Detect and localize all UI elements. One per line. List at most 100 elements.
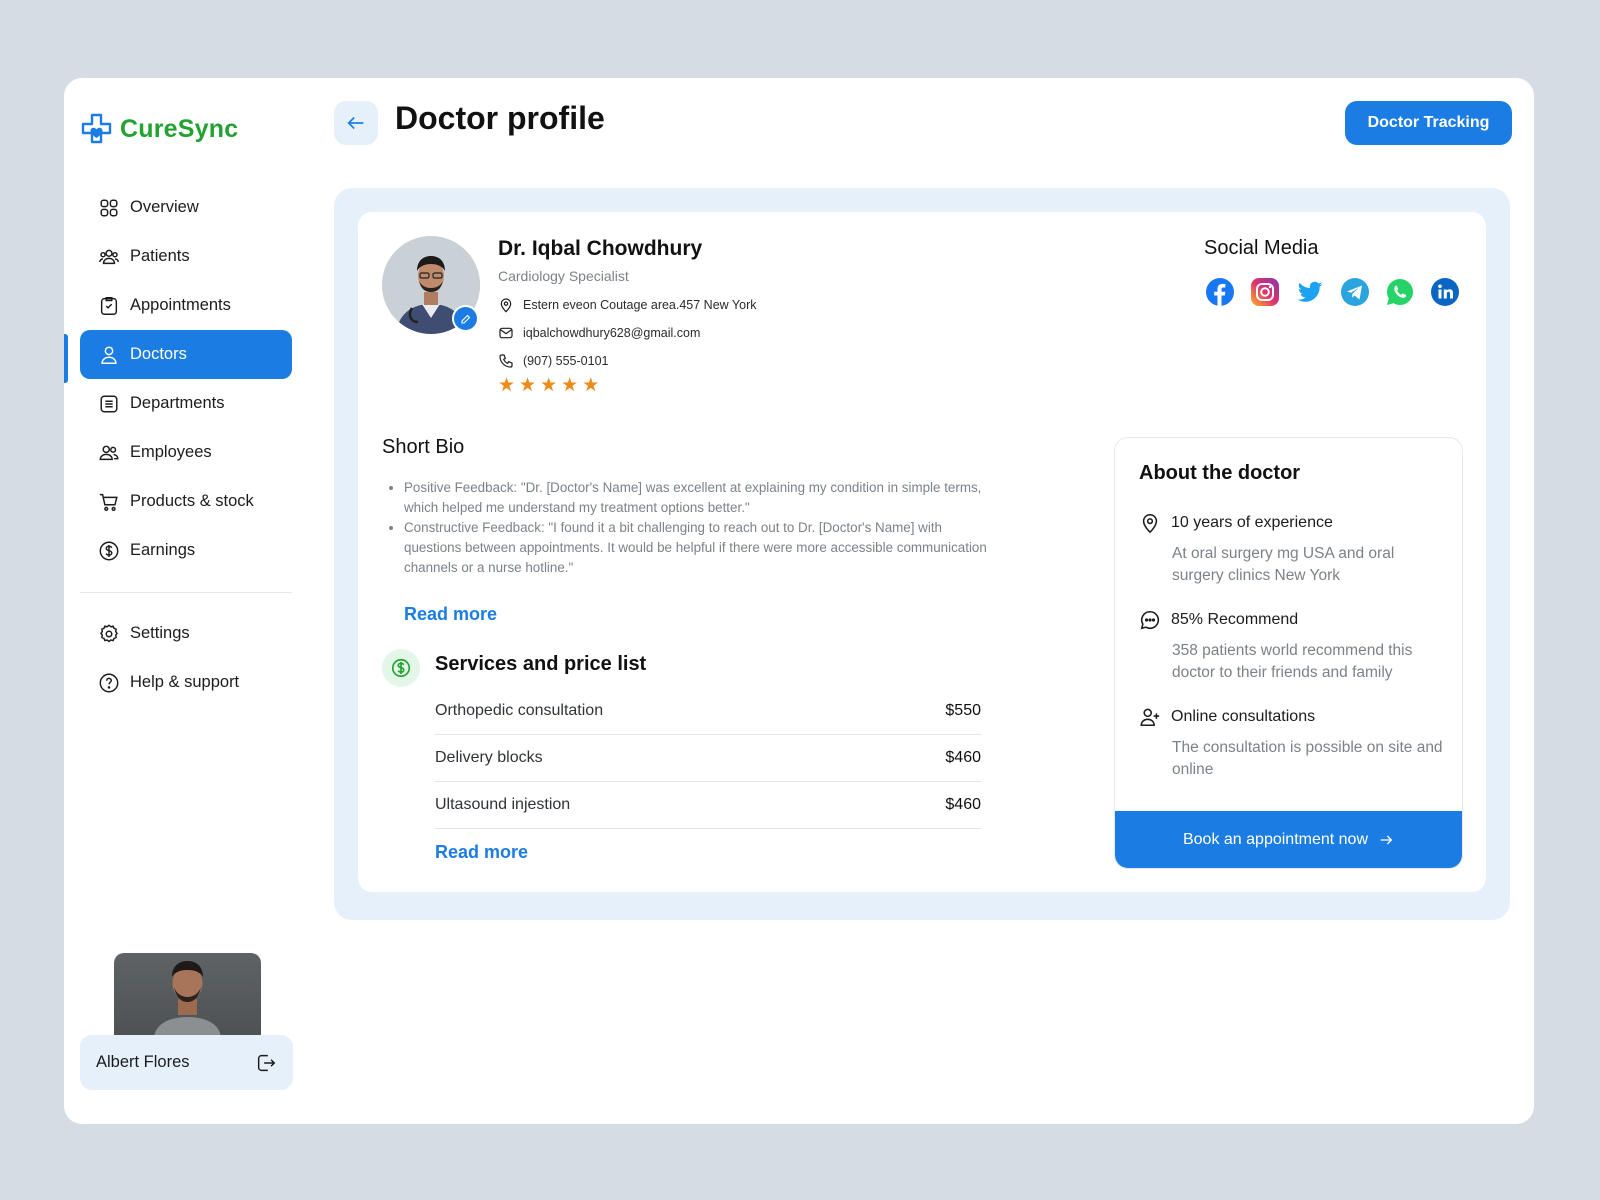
service-row: Delivery blocks $460 [435, 735, 981, 782]
book-appointment-label: Book an appointment now [1182, 830, 1368, 848]
about-title: About the doctor [1139, 462, 1301, 484]
bio-item: Positive Feedback: "Dr. [Doctor's Name] … [404, 478, 990, 518]
sidebar-item-doctors[interactable]: Doctors [80, 330, 292, 379]
service-price: $550 [945, 702, 981, 719]
users-icon [99, 445, 119, 460]
users-icon [99, 249, 119, 264]
book-appointment-button[interactable]: Book an appointment now [1115, 811, 1462, 868]
sidebar-item-employees[interactable]: Employees [80, 428, 292, 477]
star-icon: ★ [561, 375, 579, 396]
arrow-left-icon [347, 116, 364, 130]
service-price: $460 [945, 749, 981, 766]
app-window: CureSync Overview Patients Appointments … [64, 78, 1534, 1124]
short-bio-title: Short Bio [382, 436, 465, 458]
logo[interactable]: CureSync [80, 112, 238, 146]
whatsapp-icon[interactable] [1384, 276, 1415, 307]
logo-icon [81, 113, 112, 144]
chat-icon [1140, 610, 1160, 630]
sidebar-item-earnings[interactable]: Earnings [80, 526, 292, 575]
sidebar-item-departments[interactable]: Departments [80, 379, 292, 428]
services-read-more-link[interactable]: Read more [435, 842, 528, 863]
doctor-specialty: Cardiology Specialist [498, 268, 629, 284]
service-name: Ultasound injestion [435, 796, 571, 813]
user-name: Albert Flores [96, 1053, 190, 1071]
star-icon: ★ [519, 375, 537, 396]
location-icon [500, 298, 512, 313]
cart-icon [99, 493, 118, 511]
back-button[interactable] [334, 101, 378, 145]
about-item-recommend: 85% Recommend 358 patients world recomme… [1139, 609, 1449, 684]
sidebar-nav: Overview Patients Appointments Doctors D… [80, 183, 292, 707]
logout-icon[interactable] [255, 1052, 277, 1074]
app-name: CureSync [120, 114, 239, 143]
gear-icon [100, 623, 118, 642]
dollar-icon [99, 541, 119, 560]
user-photo [114, 953, 261, 1039]
about-item-online: Online consultations The consultation is… [1139, 706, 1449, 781]
sidebar-item-label: Overview [130, 198, 199, 216]
instagram-icon[interactable] [1249, 276, 1280, 307]
about-item-title: 10 years of experience [1171, 514, 1333, 531]
social-media-title: Social Media [1204, 237, 1319, 259]
sidebar-item-label: Employees [130, 443, 212, 461]
edit-avatar-button[interactable] [452, 305, 479, 332]
clipboard-icon [100, 296, 118, 315]
sidebar-item-label: Help & support [130, 673, 240, 691]
services-table: Orthopedic consultation $550 Delivery bl… [435, 688, 981, 829]
profile-card: Dr. Iqbal Chowdhury Cardiology Specialis… [358, 212, 1486, 892]
sidebar-item-label: Earnings [130, 541, 196, 559]
about-item-desc: The consultation is possible on site and… [1172, 739, 1443, 778]
sidebar-item-label: Products & stock [130, 492, 254, 510]
sidebar-item-label: Doctors [130, 345, 187, 363]
services-icon [382, 649, 420, 687]
sidebar-item-label: Settings [130, 624, 190, 642]
doctor-name: Dr. Iqbal Chowdhury [498, 237, 703, 260]
sidebar-item-patients[interactable]: Patients [80, 232, 292, 281]
service-row: Ultasound injestion $460 [435, 782, 981, 829]
about-item-desc: 358 patients world recommend this doctor… [1172, 642, 1413, 681]
about-item-desc: At oral surgery mg USA and oral surgery … [1172, 545, 1395, 584]
sidebar-item-appointments[interactable]: Appointments [80, 281, 292, 330]
list-icon [100, 394, 118, 413]
doctor-tracking-button[interactable]: Doctor Tracking [1345, 101, 1512, 145]
sidebar-item-label: Departments [130, 394, 225, 412]
sidebar-item-settings[interactable]: Settings [80, 609, 292, 658]
location-icon [1142, 513, 1158, 534]
nav-divider [80, 592, 292, 593]
help-icon [99, 673, 119, 692]
about-item-title: 85% Recommend [1171, 611, 1299, 628]
twitter-icon[interactable] [1294, 276, 1325, 307]
sidebar-item-help[interactable]: Help & support [80, 658, 292, 707]
facebook-icon[interactable] [1204, 276, 1235, 307]
page-title: Doctor profile [395, 100, 605, 136]
grid-icon [100, 198, 118, 217]
sidebar-item-label: Patients [130, 247, 190, 265]
user-plus-icon [1140, 708, 1160, 727]
user-card[interactable]: Albert Flores [80, 1035, 293, 1090]
service-row: Orthopedic consultation $550 [435, 688, 981, 735]
active-indicator [64, 334, 68, 383]
sidebar-item-products[interactable]: Products & stock [80, 477, 292, 526]
arrow-right-icon [1380, 835, 1393, 844]
phone-icon [499, 354, 513, 368]
bio-item: Constructive Feedback: "I found it a bit… [404, 518, 990, 578]
phone-text[interactable]: (907) 555-0101 [523, 354, 608, 368]
dollar-icon [391, 658, 411, 678]
email-text[interactable]: iqbalchowdhury628@gmail.com [523, 326, 700, 340]
sidebar-item-overview[interactable]: Overview [80, 183, 292, 232]
linkedin-icon[interactable] [1429, 276, 1460, 307]
about-item-experience: 10 years of experience At oral surgery m… [1139, 512, 1449, 587]
rating-stars: ★ ★ ★ ★ ★ [498, 374, 599, 397]
bio-read-more-link[interactable]: Read more [404, 604, 497, 625]
service-name: Orthopedic consultation [435, 702, 604, 719]
social-links [1204, 276, 1460, 307]
profile-panel: Dr. Iqbal Chowdhury Cardiology Specialis… [334, 188, 1510, 920]
mail-icon [499, 327, 513, 339]
doctor-phone: (907) 555-0101 [498, 353, 608, 369]
bio-list: Positive Feedback: "Dr. [Doctor's Name] … [404, 478, 990, 578]
about-item-title: Online consultations [1171, 708, 1316, 725]
telegram-icon[interactable] [1339, 276, 1370, 307]
address-text: Estern eveon Coutage area.457 New York [523, 298, 757, 312]
star-icon: ★ [498, 375, 516, 396]
star-icon: ★ [582, 375, 600, 396]
